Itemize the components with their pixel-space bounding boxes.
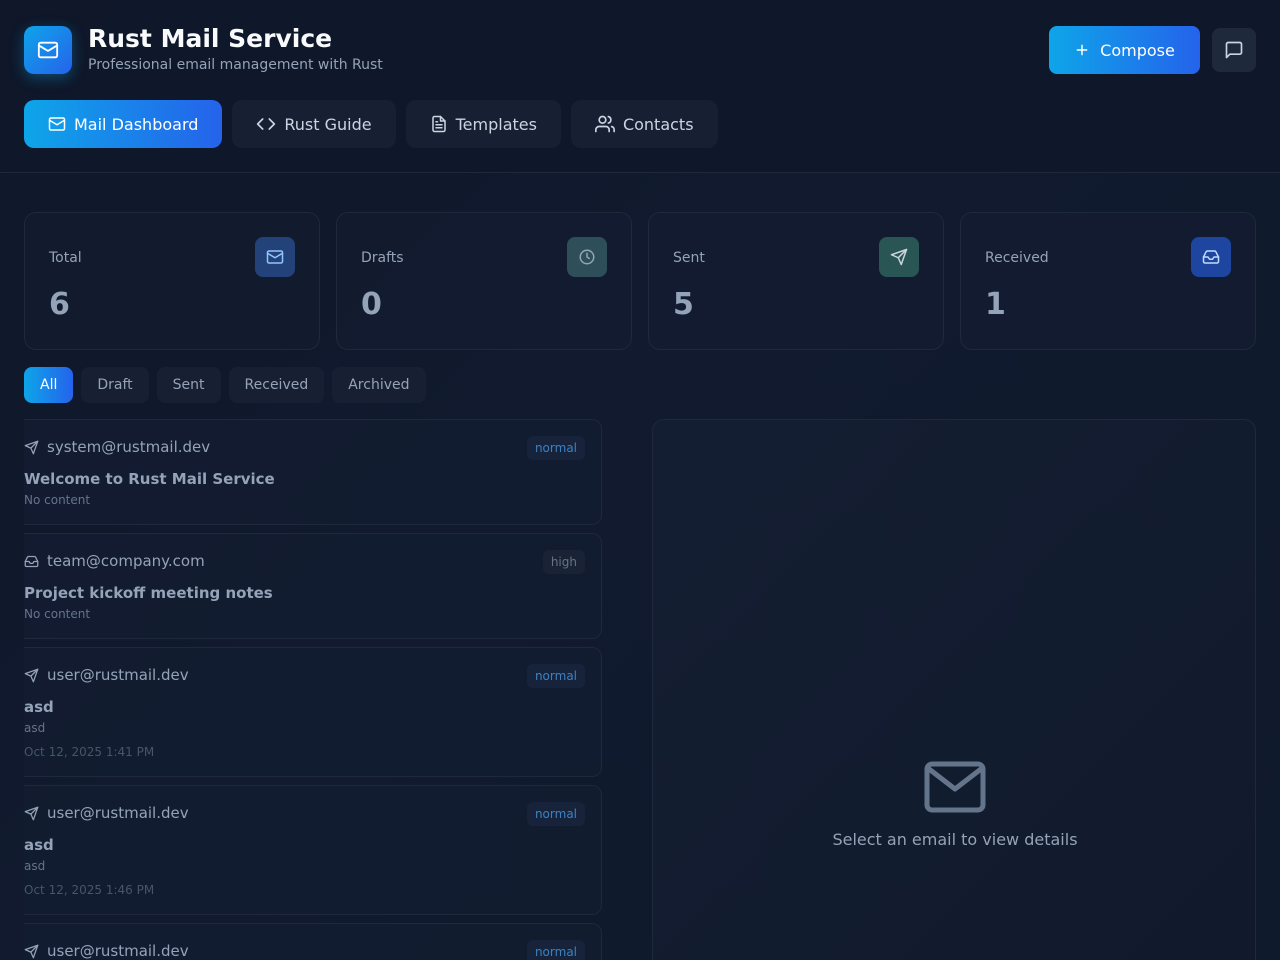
app-subtitle: Professional email management with Rust — [88, 57, 383, 73]
priority-badge: normal — [526, 940, 585, 960]
tab-label: Rust Guide — [284, 114, 372, 134]
filter-bar: All Draft Sent Received Archived — [24, 367, 426, 403]
email-preview: asd — [24, 721, 46, 735]
email-subject: asd — [24, 836, 54, 854]
code-icon — [256, 114, 276, 134]
email-detail-panel: Select an email to view details — [652, 419, 1256, 960]
priority-badge: high — [542, 550, 585, 574]
stat-label: Sent — [673, 250, 705, 266]
stat-card-drafts: Drafts 0 — [336, 212, 632, 350]
tab-contacts[interactable]: Contacts — [570, 100, 718, 148]
email-preview: asd — [24, 859, 46, 873]
tab-mail-dashboard[interactable]: Mail Dashboard — [24, 100, 223, 148]
send-icon — [879, 237, 919, 277]
plus-icon — [1074, 42, 1090, 58]
inbox-icon — [24, 554, 39, 569]
email-address: system@rustmail.dev — [47, 438, 211, 456]
email-list: system@rustmail.dev normal Welcome to Ru… — [24, 419, 602, 960]
tab-label: Templates — [455, 114, 537, 134]
send-icon — [24, 440, 39, 455]
mail-icon — [37, 39, 59, 61]
filter-draft[interactable]: Draft — [81, 367, 149, 403]
users-icon — [594, 114, 615, 134]
stat-card-sent: Sent 5 — [648, 212, 944, 350]
email-sender-row: user@rustmail.dev — [24, 804, 189, 822]
email-address: user@rustmail.dev — [47, 666, 189, 684]
main-nav: Mail Dashboard Rust Guide Templates Cont… — [24, 100, 718, 148]
priority-badge: normal — [526, 436, 585, 460]
stat-value: 1 — [985, 287, 1006, 322]
priority-badge: normal — [526, 802, 585, 826]
message-square-icon — [1224, 40, 1244, 60]
chat-button[interactable] — [1212, 28, 1256, 72]
tab-templates[interactable]: Templates — [405, 100, 561, 148]
email-list-item[interactable]: system@rustmail.dev normal Welcome to Ru… — [24, 419, 602, 525]
email-date: Oct 12, 2025 1:46 PM — [24, 883, 155, 897]
send-icon — [24, 806, 39, 821]
compose-button[interactable]: Compose — [1049, 26, 1200, 74]
email-address: team@company.com — [47, 552, 205, 570]
tab-label: Contacts — [622, 114, 694, 134]
stat-label: Drafts — [361, 250, 404, 266]
email-date: Oct 12, 2025 1:41 PM — [24, 745, 155, 759]
email-subject: Project kickoff meeting notes — [24, 584, 273, 602]
email-list-item[interactable]: user@rustmail.dev normal asd asd Oct 12,… — [24, 785, 602, 915]
clock-icon — [567, 237, 607, 277]
stat-value: 6 — [49, 287, 70, 322]
priority-badge: normal — [526, 664, 585, 688]
filter-all[interactable]: All — [24, 367, 74, 403]
empty-state-text: Select an email to view details — [832, 830, 1078, 849]
app-logo — [24, 26, 72, 74]
email-address: user@rustmail.dev — [47, 942, 189, 960]
email-list-item[interactable]: user@rustmail.dev normal — [24, 923, 602, 960]
mail-icon — [48, 115, 66, 133]
empty-state: Select an email to view details — [653, 760, 1257, 849]
tab-rust-guide[interactable]: Rust Guide — [232, 100, 396, 148]
filter-received[interactable]: Received — [228, 367, 325, 403]
email-address: user@rustmail.dev — [47, 804, 189, 822]
email-subject: Welcome to Rust Mail Service — [24, 470, 275, 488]
email-sender-row: team@company.com — [24, 552, 205, 570]
email-sender-row: user@rustmail.dev — [24, 666, 189, 684]
stat-value: 0 — [361, 287, 382, 322]
tab-label: Mail Dashboard — [74, 114, 199, 134]
app-header: Rust Mail Service Professional email man… — [0, 0, 1280, 173]
email-preview: No content — [24, 607, 91, 621]
email-sender-row: system@rustmail.dev — [24, 438, 210, 456]
stat-card-total: Total 6 — [24, 212, 320, 350]
file-text-icon — [430, 115, 448, 133]
stat-label: Total — [49, 250, 82, 266]
stat-label: Received — [985, 250, 1049, 266]
mail-icon — [923, 760, 987, 816]
email-sender-row: user@rustmail.dev — [24, 942, 189, 960]
email-list-item[interactable]: team@company.com high Project kickoff me… — [24, 533, 602, 639]
filter-sent[interactable]: Sent — [156, 367, 221, 403]
filter-archived[interactable]: Archived — [332, 367, 426, 403]
stat-card-received: Received 1 — [960, 212, 1256, 350]
email-preview: No content — [24, 493, 91, 507]
compose-label: Compose — [1100, 40, 1175, 60]
app-title: Rust Mail Service — [88, 24, 333, 53]
inbox-icon — [1191, 237, 1231, 277]
stat-value: 5 — [673, 287, 694, 322]
send-icon — [24, 944, 39, 959]
email-list-item[interactable]: user@rustmail.dev normal asd asd Oct 12,… — [24, 647, 602, 777]
email-subject: asd — [24, 698, 54, 716]
send-icon — [24, 668, 39, 683]
mail-icon — [255, 237, 295, 277]
